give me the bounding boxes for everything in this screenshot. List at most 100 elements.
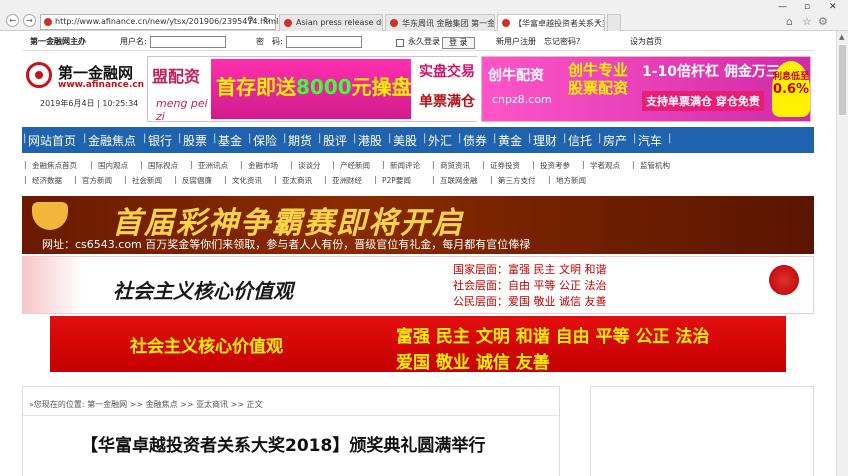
subnav-item[interactable]: 监管机构 [640,160,670,171]
nav-item[interactable]: 股票 [183,132,207,149]
ad-banner-mengpeizi[interactable]: 盟配资 meng pei zi 首存即送8000元操盘资金 实盘交易 单票满仓 [147,56,477,123]
nav-item[interactable]: 外汇 [428,132,452,149]
subnav-separator: | [632,160,635,169]
subnav-item[interactable]: 商贸资讯 [440,160,470,171]
subnav-item[interactable]: 亚洲讯点 [198,160,228,171]
subnav-item[interactable]: 文化资讯 [232,175,262,186]
tab-label: Asian press release distribu... [296,18,383,27]
ad2-headline: 创牛专业股票配资 [568,61,629,97]
login-bar: 第一金融网主办 用户名: 密 码: 永久登录 登 录 新用户注册 忘记密码? 设… [22,33,814,51]
ad1-main-prefix: 首存即送 [216,75,296,99]
subnav-item[interactable]: 新闻评论 [390,160,420,171]
subnav-separator: | [432,175,435,184]
forgot-password-link[interactable]: 忘记密码? [544,36,580,47]
subnav-item[interactable]: 社会新闻 [132,175,162,186]
home-icon[interactable]: ⌂ [786,15,793,28]
subnav-item[interactable]: 投资考参 [540,160,570,171]
ad-banner-caishen[interactable]: 首届彩神争霸赛即将开启 网址：cs6543.com 百万奖金等你们来领取，参与者… [22,196,814,254]
search-icon[interactable]: ⚲ [247,16,254,26]
forward-icon[interactable]: → [23,14,36,27]
vertical-scrollbar[interactable]: ▲ [836,31,848,476]
close-tab-icon[interactable]: ✕ [594,17,601,26]
register-link[interactable]: 新用户注册 [496,36,536,47]
nav-item[interactable]: 债券 [463,132,487,149]
minimize-icon[interactable]: — [778,2,787,12]
subnav-separator: | [532,160,535,169]
nav-item[interactable]: 银行 [148,132,172,149]
subnav-separator: | [490,175,493,184]
nav-item[interactable]: 期货 [288,132,312,149]
subnav-item[interactable]: 互联网金融 [440,175,478,186]
ad-banner-chuangniu[interactable]: 创牛配资 cnpz8.com 创牛专业股票配资 1-10倍杆杠 佣金万三 支持单… [481,56,811,122]
login-button[interactable]: 登 录 [442,37,475,49]
tab-huadong[interactable]: 华东周讯 金融集团 第一金... [385,14,495,31]
set-homepage-link[interactable]: 设为首页 [630,36,662,47]
values-citizen: 公民层面：爱国 敬业 诚信 友善 [453,295,607,308]
ad2-logo: 创牛配资 [488,68,544,84]
remember-checkbox[interactable] [396,39,404,47]
subnav-item[interactable]: P2P要闻 [382,175,411,186]
nav-item[interactable]: 港股 [358,132,382,149]
password-input[interactable] [286,36,362,48]
subnav-separator: | [548,175,551,184]
nav-item[interactable]: 股评 [323,132,347,149]
nav-item[interactable]: 网站首页 [28,132,76,149]
close-window-icon[interactable]: ✕ [829,2,837,12]
subnav-item[interactable]: 反腐倡廉 [182,175,212,186]
subnav-item[interactable]: 亚太商讯 [282,175,312,186]
ad1-pinyin: meng pei zi [156,97,208,123]
settings-gear-icon[interactable]: ⚙ [818,15,828,28]
site-logo[interactable]: 第一金融网 www.afinance.cn 2019年6月4日 | 10:25:… [22,56,144,112]
username-input[interactable] [150,36,226,48]
maximize-icon[interactable]: ▫ [804,2,810,12]
subnav-separator: | [224,175,227,184]
subnav-item[interactable]: 第三方支付 [498,175,536,186]
back-icon[interactable]: ← [6,14,19,27]
nav-item[interactable]: 信托 [568,132,592,149]
address-bar[interactable]: http://www.afinance.cn/new/ytsx/201906/2… [40,14,278,30]
nav-item[interactable]: 汽车 [638,132,662,149]
subnav-item[interactable]: 亚洲财经 [332,175,362,186]
nav-separator: | [528,133,532,144]
subnav-item[interactable]: 国内观点 [98,160,128,171]
subnav-item[interactable]: 产经新闻 [340,160,370,171]
favorites-star-icon[interactable]: ☆ [802,15,812,28]
new-tab-button[interactable] [607,14,621,31]
nav-item[interactable]: 房产 [603,132,627,149]
nav-separator: | [213,133,217,144]
subnav-item[interactable]: 学者观点 [590,160,620,171]
red-banner-line2: 爱国 敬业 诚信 友善 [396,353,550,372]
nav-separator: | [633,133,637,144]
subnav-item[interactable]: 证券投资 [490,160,520,171]
ad1-brand: 盟配资 [152,67,201,86]
scroll-up-icon[interactable]: ▲ [839,33,844,41]
nav-item[interactable]: 黄金 [498,132,522,149]
refresh-icon[interactable]: ↻ [263,16,271,26]
subnav-item[interactable]: 金融焦点首页 [32,160,77,171]
password-label: 密 码: [256,37,283,46]
nav-item[interactable]: 理财 [533,132,557,149]
breadcrumb[interactable]: »您现在的位置: 第一金融网 >> 金融焦点 >> 亚太商讯 >> 正文 [29,399,263,410]
subnav-item[interactable]: 官方新闻 [82,175,112,186]
subnav-item[interactable]: 金融市场 [248,160,278,171]
subnav-separator: | [90,160,93,169]
subnav-item[interactable]: 经济数据 [32,175,62,186]
nav-item[interactable]: 金融焦点 [88,132,136,149]
current-date: 2019年6月4日 | 10:25:34 [40,99,139,108]
nav-item[interactable]: 基金 [218,132,242,149]
nav-item[interactable]: 美股 [393,132,417,149]
ad1-right-block: 实盘交易 单票满仓 [413,57,477,121]
tab-asian-press[interactable]: Asian press release distribu... [279,14,383,31]
tab-favicon-icon [390,19,398,27]
values-social: 社会层面：自由 平等 公正 法治 [453,279,607,292]
scroll-thumb[interactable] [839,45,846,115]
subnav-item[interactable]: 国际视点 [148,160,178,171]
subnav-separator: | [274,175,277,184]
nav-separator: | [493,133,497,144]
subnav-item[interactable]: 谈谈分 [298,160,321,171]
tab-article[interactable]: 【华富卓越投资者关系大奖... ✕ [497,14,605,31]
subnav-item[interactable]: 地方新闻 [556,175,586,186]
core-values-banner: 社会主义核心价值观 国家层面：富强 民主 文明 和谐 社会层面：自由 平等 公正… [22,256,814,314]
nav-item[interactable]: 保险 [253,132,277,149]
subnav-separator: | [332,160,335,169]
